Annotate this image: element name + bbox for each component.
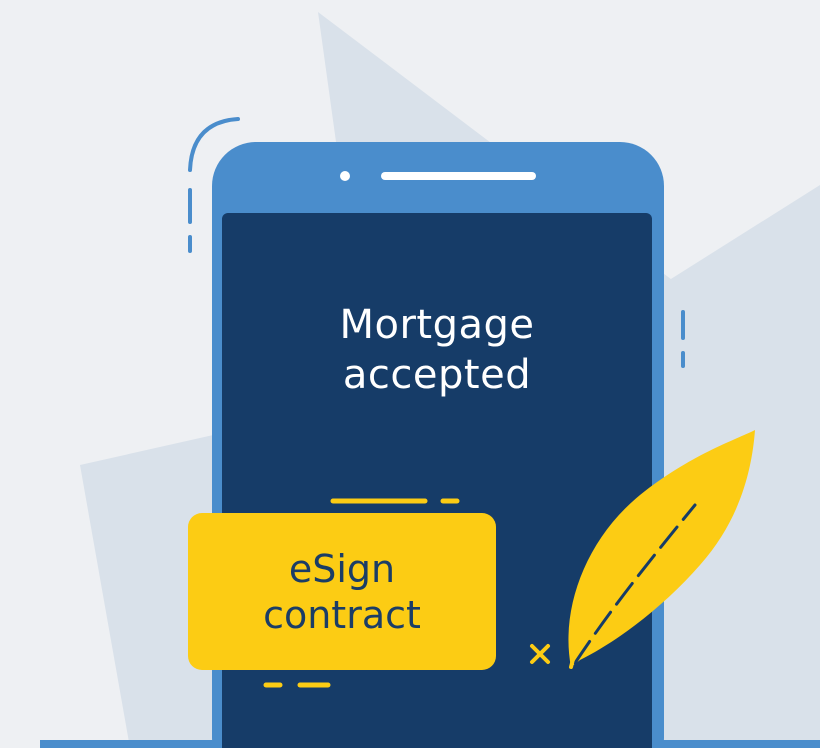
esign-label-line-2: contract — [263, 592, 421, 637]
phone-camera — [340, 171, 350, 181]
phone-screen-bottom — [222, 740, 652, 748]
esign-label-line-1: eSign — [288, 546, 396, 591]
status-line-1: Mortgage — [339, 302, 535, 348]
status-line-2: accepted — [342, 352, 532, 398]
esign-contract-button[interactable]: eSign contract — [188, 513, 496, 670]
mortgage-status-text: Mortgage accepted — [222, 300, 652, 400]
